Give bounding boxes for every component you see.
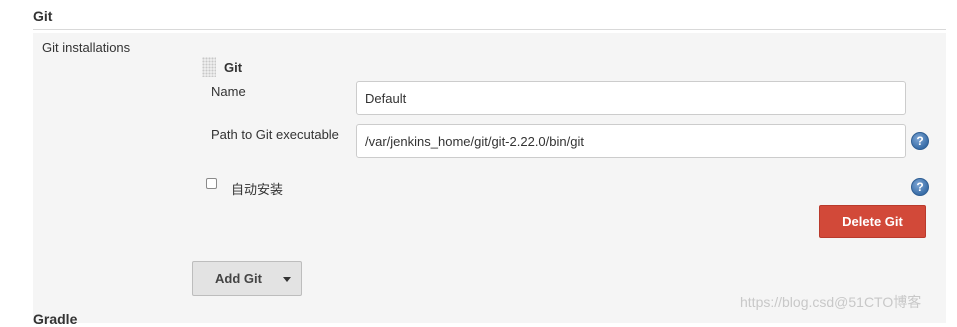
- watermark: https://blog.csd@51CTO博客: [740, 294, 922, 310]
- drag-handle-icon[interactable]: [202, 57, 216, 77]
- settings-panel: [33, 33, 946, 323]
- name-label: Name: [211, 84, 246, 99]
- path-help-icon[interactable]: ?: [911, 132, 929, 150]
- add-git-label: Add Git: [215, 271, 262, 286]
- path-label: Path to Git executable: [211, 127, 339, 142]
- git-installations-label: Git installations: [42, 40, 131, 55]
- auto-install-label: 自动安装: [231, 182, 284, 197]
- section-title: Git: [33, 8, 53, 24]
- path-input[interactable]: [356, 124, 906, 158]
- delete-git-button[interactable]: Delete Git: [819, 205, 926, 238]
- add-git-button[interactable]: Add Git: [192, 261, 302, 296]
- name-input[interactable]: [356, 81, 906, 115]
- auto-install-checkbox[interactable]: [206, 178, 217, 189]
- caret-down-icon: [283, 277, 291, 282]
- auto-install-help-icon[interactable]: ?: [911, 178, 929, 196]
- installation-title: Git: [224, 60, 243, 75]
- section-divider: [33, 29, 946, 30]
- next-section-title: Gradle: [33, 311, 78, 327]
